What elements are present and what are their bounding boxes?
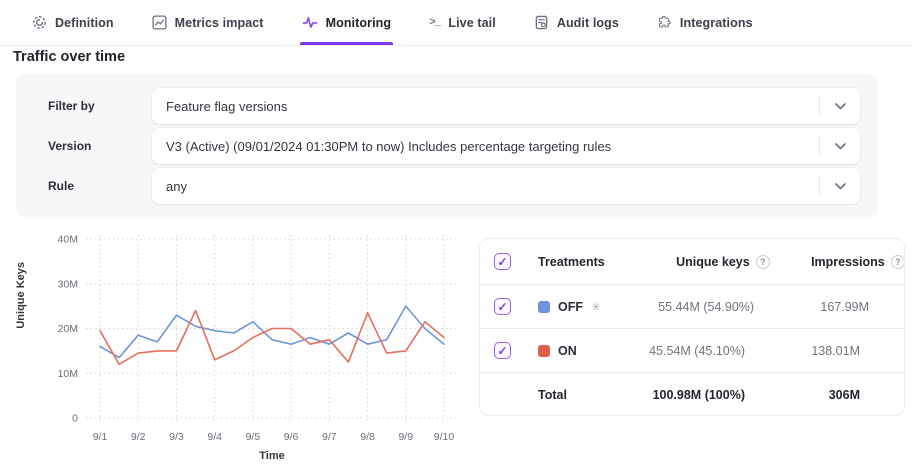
treatments-header: Treatments	[538, 255, 605, 269]
select-value: Feature flag versions	[152, 99, 819, 114]
select-value: V3 (Active) (09/01/2024 01:30PM to now) …	[152, 139, 819, 154]
svg-text:9/1: 9/1	[93, 431, 108, 443]
select-value: any	[152, 179, 819, 194]
tab-metrics-impact[interactable]: Metrics impact	[150, 0, 266, 45]
svg-text:40M: 40M	[58, 234, 78, 246]
traffic-chart-svg: 0 10M 20M 30M 40M 9/1 9/2 9/3 9/4 9/5 9/6 9/7 9/8 9/9…	[12, 226, 482, 446]
svg-text:9/3: 9/3	[169, 431, 184, 443]
svg-text:9/8: 9/8	[360, 431, 375, 443]
tab-bar: Definition Metrics impact Monitoring >_ …	[0, 0, 912, 46]
row-checkbox[interactable]: ✓	[494, 298, 511, 315]
metrics-chart-icon	[152, 15, 167, 30]
tab-live-tail[interactable]: >_ Live tail	[427, 0, 498, 45]
svg-text:9/6: 9/6	[284, 431, 299, 443]
help-icon[interactable]: ?	[891, 255, 905, 269]
chevron-down-icon	[820, 143, 860, 150]
treatment-name-cell: OFF ✳	[538, 300, 601, 314]
tab-label: Monitoring	[326, 16, 392, 30]
chevron-down-icon	[820, 103, 860, 110]
pulse-icon	[302, 15, 318, 30]
on-color-swatch	[538, 345, 550, 357]
svg-text:20M: 20M	[58, 323, 78, 335]
unique-keys-value: 55.44M (54.90%)	[601, 300, 766, 314]
svg-text:10M: 10M	[58, 368, 78, 380]
audit-log-icon	[534, 15, 549, 30]
table-row-on: ✓ ON 45.54M (45.10%) 138.01M	[480, 328, 904, 372]
filter-row-rule: Rule any	[48, 168, 860, 204]
impressions-value: 167.99M	[766, 300, 901, 314]
default-treatment-icon: ✳	[591, 300, 601, 314]
tab-audit-logs[interactable]: Audit logs	[532, 0, 621, 45]
filter-label: Rule	[48, 179, 152, 193]
svg-text:9/4: 9/4	[207, 431, 222, 443]
svg-text:9/5: 9/5	[246, 431, 261, 443]
tab-integrations[interactable]: Integrations	[655, 0, 755, 45]
impressions-value: 138.01M	[757, 344, 892, 358]
tab-definition[interactable]: Definition	[30, 0, 116, 45]
tab-monitoring[interactable]: Monitoring	[300, 0, 394, 45]
unique-keys-header: Unique keys ?	[605, 255, 770, 269]
impressions-header-label: Impressions	[811, 255, 885, 269]
terminal-icon: >_	[429, 17, 440, 29]
tab-label: Integrations	[680, 16, 753, 30]
row-checkbox[interactable]: ✓	[494, 342, 511, 359]
puzzle-icon	[657, 15, 672, 30]
off-color-swatch	[538, 301, 550, 313]
filter-label: Filter by	[48, 99, 152, 113]
total-label: Total	[538, 388, 592, 402]
definition-icon	[32, 15, 47, 30]
tab-label: Live tail	[448, 16, 495, 30]
tab-label: Definition	[55, 16, 114, 30]
tab-label: Metrics impact	[175, 16, 264, 30]
tab-label: Audit logs	[557, 16, 619, 30]
svg-text:30M: 30M	[58, 278, 78, 290]
table-total-row: Total 100.98M (100%) 306M	[480, 372, 904, 416]
filter-row-filter-by: Filter by Feature flag versions	[48, 88, 860, 124]
traffic-chart: Unique Keys 010M20M30M40M9/19/29/39/49/5…	[12, 226, 482, 470]
table-header-row: ✓ Treatments Unique keys ? Impressions ?	[480, 239, 904, 284]
chevron-down-icon	[820, 183, 860, 190]
rule-select[interactable]: any	[152, 168, 860, 204]
filter-panel: Filter by Feature flag versions Version …	[16, 74, 878, 218]
impressions-header: Impressions ?	[770, 255, 905, 269]
unique-keys-header-label: Unique keys	[676, 255, 750, 269]
total-unique-keys: 100.98M (100%)	[592, 388, 757, 402]
help-icon[interactable]: ?	[756, 255, 770, 269]
total-impressions: 306M	[757, 388, 892, 402]
unique-keys-value: 45.54M (45.10%)	[592, 344, 757, 358]
svg-text:9/10: 9/10	[434, 431, 455, 443]
filter-label: Version	[48, 139, 152, 153]
page-title: Traffic over time	[13, 49, 125, 65]
svg-text:9/9: 9/9	[398, 431, 413, 443]
x-axis-label: Time	[100, 450, 444, 462]
treatment-name: OFF	[558, 300, 583, 314]
filter-row-version: Version V3 (Active) (09/01/2024 01:30PM …	[48, 128, 860, 164]
version-select[interactable]: V3 (Active) (09/01/2024 01:30PM to now) …	[152, 128, 860, 164]
svg-text:0: 0	[72, 413, 78, 425]
treatments-table: ✓ Treatments Unique keys ? Impressions ?…	[479, 238, 905, 416]
svg-text:9/7: 9/7	[322, 431, 337, 443]
svg-text:9/2: 9/2	[131, 431, 146, 443]
treatment-name: ON	[558, 344, 577, 358]
treatment-name-cell: ON	[538, 344, 592, 358]
table-row-off: ✓ OFF ✳ 55.44M (54.90%) 167.99M	[480, 284, 904, 328]
filter-by-select[interactable]: Feature flag versions	[152, 88, 860, 124]
select-all-checkbox[interactable]: ✓	[494, 253, 511, 270]
